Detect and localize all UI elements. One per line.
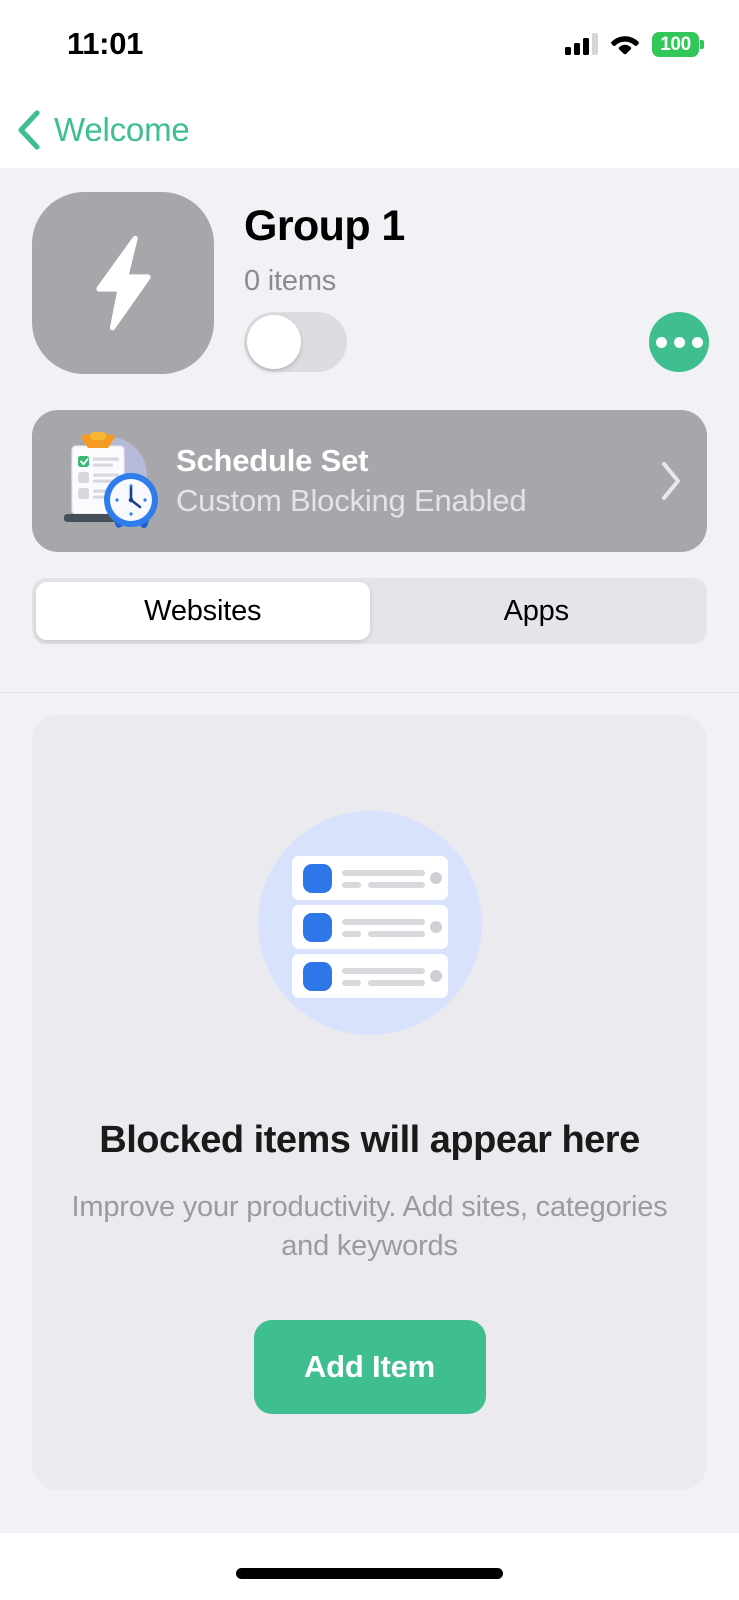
back-button-label: Welcome: [54, 111, 190, 148]
status-bar: 11:01 100: [0, 0, 739, 92]
group-item-count: 0 items: [244, 265, 337, 298]
add-item-button[interactable]: Add Item: [253, 1320, 486, 1415]
clipboard-clock-icon: [64, 432, 158, 529]
app-screen: 11:01 100 Welcome Group 1 0 items Schedu…: [0, 0, 739, 1600]
battery-percent-label: 100: [660, 33, 691, 55]
schedule-card[interactable]: Schedule Set Custom Blocking Enabled: [32, 410, 707, 552]
group-summary-row: Group 1 0 items: [32, 192, 709, 392]
main-content-area: Blocked items will appear here Improve y…: [0, 693, 739, 1533]
empty-state-card: Blocked items will appear here Improve y…: [32, 715, 707, 1490]
lightning-bolt-icon: [96, 235, 151, 331]
tab-apps[interactable]: Apps: [370, 582, 704, 640]
group-avatar: [32, 192, 214, 374]
group-header-section: Group 1 0 items Schedule Set Custom Bloc…: [0, 168, 739, 693]
navigation-bar: Welcome: [0, 92, 739, 168]
group-title: Group 1: [244, 202, 405, 250]
content-type-segmented-control[interactable]: Websites Apps: [32, 578, 707, 644]
blocked-list-illustration-icon: [257, 811, 482, 1035]
more-options-button[interactable]: [649, 312, 709, 372]
toggle-knob: [247, 315, 301, 369]
empty-state-subtitle: Improve your productivity. Add sites, ca…: [71, 1191, 668, 1263]
ellipsis-dot: [655, 336, 667, 348]
group-enable-toggle[interactable]: [244, 312, 347, 372]
group-controls-row: [244, 312, 709, 372]
schedule-subtitle: Custom Blocking Enabled: [176, 483, 527, 518]
home-indicator[interactable]: [236, 1568, 503, 1579]
back-button[interactable]: Welcome: [16, 110, 190, 150]
empty-state-title: Blocked items will appear here: [99, 1119, 640, 1161]
status-time: 11:01: [67, 26, 144, 61]
chevron-left-icon: [18, 110, 40, 150]
ellipsis-dot: [691, 336, 703, 348]
group-meta: Group 1 0 items: [244, 192, 709, 372]
tab-websites[interactable]: Websites: [36, 582, 370, 640]
battery-icon: 100: [652, 31, 704, 57]
schedule-title: Schedule Set: [176, 443, 369, 479]
status-indicators: 100: [565, 29, 704, 59]
schedule-text-block: Schedule Set Custom Blocking Enabled: [176, 443, 659, 518]
cellular-signal-icon: [565, 33, 598, 55]
home-indicator-area: [0, 1533, 739, 1600]
chevron-right-icon: [662, 462, 680, 500]
ellipsis-dot: [673, 336, 685, 348]
wifi-icon: [611, 36, 639, 55]
